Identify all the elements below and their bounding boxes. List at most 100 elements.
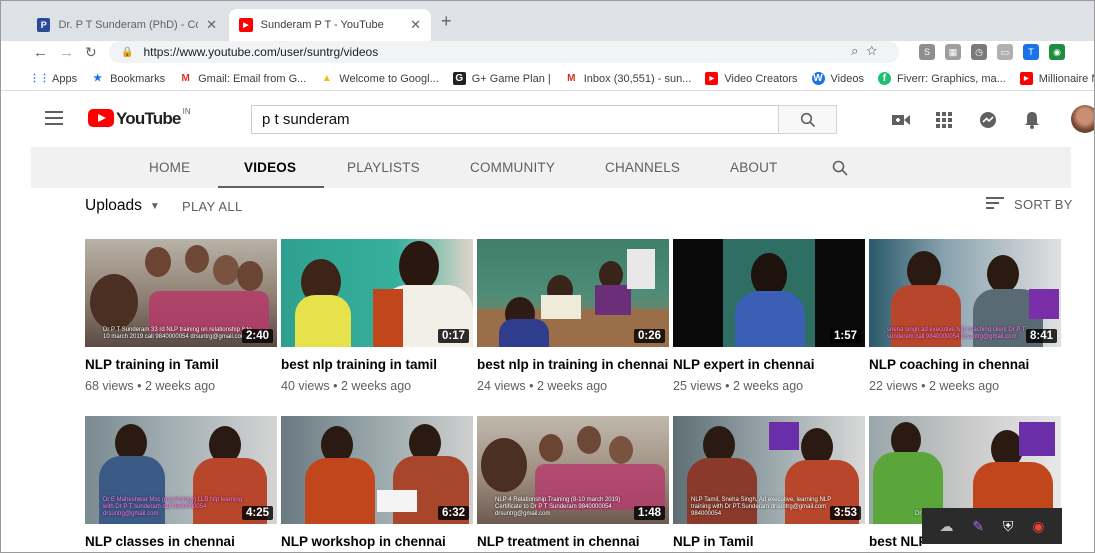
uploads-dropdown[interactable]: Uploads ▼	[85, 197, 160, 215]
star-icon: ★	[93, 73, 103, 84]
tab-about[interactable]: ABOUT	[730, 147, 778, 188]
video-card[interactable]: 0:17 best nlp training in tamil 40 views…	[281, 239, 473, 393]
browser-toolbar: ← → ↻ 🔒 https://www.youtube.com/user/sun…	[1, 41, 1094, 67]
video-card[interactable]: sneha singh ad executive Nlp coaching cl…	[869, 239, 1061, 393]
notifications-bell-icon[interactable]	[1023, 111, 1041, 129]
account-avatar[interactable]	[1071, 105, 1094, 133]
tab-videos[interactable]: VIDEOS	[217, 147, 325, 188]
tab-home[interactable]: HOME	[149, 147, 190, 188]
bookmark-game-plan[interactable]: G G+ Game Plan |	[452, 72, 551, 85]
video-meta: 68 views • 2 weeks ago	[85, 379, 216, 393]
video-title[interactable]: NLP training in Tamil	[85, 357, 277, 372]
bookmark-gmail[interactable]: M Gmail: Email from G...	[179, 72, 306, 85]
video-title[interactable]: NLP expert in chennai	[673, 357, 865, 372]
video-duration: 1:57	[829, 329, 861, 343]
video-card[interactable]: Dr P T Sunderam 33 rd NLP training on re…	[85, 239, 277, 393]
extension-clock-icon[interactable]: ◷	[971, 44, 987, 60]
video-meta: 22 views • 2 weeks ago	[869, 379, 1000, 393]
sort-by-button[interactable]: SORT BY	[986, 197, 1073, 212]
bookmark-video-creators[interactable]: ▶ Video Creators	[705, 72, 798, 85]
video-thumbnail[interactable]: 0:17	[281, 239, 473, 347]
video-card[interactable]: 1:57 NLP expert in chennai 25 views • 2 …	[673, 239, 865, 393]
google-drive-icon: ▲	[321, 73, 332, 84]
new-tab-icon[interactable]: +	[441, 11, 452, 32]
bookmark-videos[interactable]: W Videos	[811, 72, 864, 85]
reload-icon[interactable]: ↻	[85, 44, 97, 61]
video-title[interactable]: NLP coaching in chennai	[869, 357, 1061, 372]
video-title[interactable]: best nlp training in tamil	[281, 357, 473, 372]
extension-skype-icon[interactable]: S	[919, 44, 935, 60]
bookmark-google-drive[interactable]: ▲ Welcome to Googl...	[320, 72, 439, 85]
channel-search-icon[interactable]	[832, 147, 848, 188]
video-duration: 1:48	[633, 506, 665, 520]
search-button[interactable]	[778, 105, 837, 134]
video-thumbnail[interactable]: Dr E Maheshwar Msc (psychology) LLB Nlp …	[85, 416, 277, 524]
guide-menu-icon[interactable]	[45, 111, 63, 125]
browser-tab-counsellor[interactable]: P Dr. P T Sunderam (PhD) - Counse ✕	[27, 9, 227, 41]
video-thumbnail[interactable]: 0:26	[477, 239, 669, 347]
address-bar[interactable]: 🔒 https://www.youtube.com/user/suntrg/vi…	[109, 41, 899, 63]
channel-tabs: HOME VIDEOS PLAYLISTS COMMUNITY CHANNELS…	[31, 147, 1071, 188]
tab-playlists[interactable]: PLAYLISTS	[347, 147, 420, 188]
extension-chat-icon[interactable]: ▭	[997, 44, 1013, 60]
video-card[interactable]: NLP Tamil, Sneha Singh, Ad executive, le…	[673, 416, 865, 552]
shield-icon[interactable]: ⛨	[1003, 518, 1014, 535]
video-thumbnail[interactable]: 6:32	[281, 416, 473, 524]
zoom-icon[interactable]: ⌕	[851, 43, 866, 58]
feather-icon[interactable]: ✎	[972, 518, 984, 535]
create-video-icon[interactable]	[892, 111, 910, 129]
bookmarks-bar: ⋮⋮ Apps ★ Bookmarks M Gmail: Email from G..…	[1, 67, 1094, 91]
chrome-icon[interactable]: ◉	[1032, 518, 1044, 535]
apps-icon[interactable]	[935, 111, 953, 129]
url-text: https://www.youtube.com/user/suntrg/vide…	[143, 45, 379, 59]
bookmark-star-icon[interactable]: ☆	[866, 43, 885, 58]
back-arrow-icon[interactable]: ←	[33, 44, 48, 61]
youtube-icon: ▶	[1019, 72, 1033, 85]
video-meta: 25 views • 2 weeks ago	[673, 379, 804, 393]
bookmark-millionaire-mind[interactable]: ▶Millionaire Mind -...	[1019, 72, 1094, 85]
video-thumbnail[interactable]: sneha singh ad executive Nlp coaching cl…	[869, 239, 1061, 347]
video-title[interactable]: NLP treatment in chennai	[477, 534, 669, 549]
forward-arrow-icon[interactable]: →	[59, 44, 74, 61]
tab-title: Sunderam P T - YouTube	[260, 19, 384, 31]
close-tab-icon[interactable]: ✕	[206, 17, 217, 33]
video-title[interactable]: best nlp in training in chennai	[477, 357, 669, 372]
caret-down-icon: ▼	[149, 200, 160, 212]
tab-community[interactable]: COMMUNITY	[470, 147, 555, 188]
video-thumbnail[interactable]: 1:57	[673, 239, 865, 347]
video-thumbnail[interactable]: NLP Tamil, Sneha Singh, Ad executive, le…	[673, 416, 865, 524]
apps-grid-icon: ⋮⋮	[29, 73, 50, 84]
video-card[interactable]: NLP 4 Relationship Training (8-10 march …	[477, 416, 669, 552]
tab-channels[interactable]: CHANNELS	[605, 147, 680, 188]
video-card[interactable]: Dr E Maheshwar Msc (psychology) LLB Nlp …	[85, 416, 277, 552]
youtube-logo[interactable]: YouTube IN	[88, 107, 191, 128]
messages-icon[interactable]	[979, 111, 997, 129]
video-title[interactable]: NLP classes in chennai	[85, 534, 277, 549]
search-input[interactable]: p t sunderam	[251, 105, 779, 134]
play-all-button[interactable]: PLAY ALL	[182, 199, 242, 214]
extension-calendar-icon[interactable]: ▦	[945, 44, 961, 60]
thumbnail-caption: sneha singh ad executive Nlp coaching cl…	[887, 327, 1026, 340]
gplus-icon: G	[452, 72, 466, 85]
extension-badge-icon[interactable]: ◉	[1049, 44, 1065, 60]
tab-title: Dr. P T Sunderam (PhD) - Counse	[58, 19, 198, 31]
close-tab-icon[interactable]: ✕	[410, 17, 421, 33]
video-title[interactable]: NLP in Tamil	[673, 534, 865, 549]
video-title[interactable]: NLP workshop in chennai	[281, 534, 473, 549]
bookmark-inbox[interactable]: M Inbox (30,551) - sun...	[565, 72, 691, 85]
video-duration: 3:53	[829, 506, 861, 520]
video-thumbnail[interactable]: NLP 4 Relationship Training (8-10 march …	[477, 416, 669, 524]
bookmark-bookmarks[interactable]: ★ Bookmarks	[91, 72, 165, 85]
youtube-masthead: YouTube IN p t sunderam	[1, 91, 1094, 147]
omnibox-actions: ⌕☆	[851, 43, 885, 59]
video-meta: 24 views • 2 weeks ago	[477, 379, 608, 393]
bookmark-apps[interactable]: ⋮⋮ Apps	[29, 72, 78, 85]
extension-tff-icon[interactable]: T	[1023, 44, 1039, 60]
browser-tab-youtube[interactable]: ▶ Sunderam P T - YouTube ✕	[229, 9, 431, 41]
thumbnail-caption: NLP 4 Relationship Training (8-10 march …	[495, 497, 621, 517]
video-thumbnail[interactable]: Dr P T Sunderam 33 rd NLP training on re…	[85, 239, 277, 347]
video-card[interactable]: 6:32 NLP workshop in chennai	[281, 416, 473, 552]
cloud-icon[interactable]: ☁	[939, 518, 953, 535]
video-card[interactable]: 0:26 best nlp in training in chennai 24 …	[477, 239, 669, 393]
bookmark-fiverr[interactable]: f Fiverr: Graphics, ma...	[877, 72, 1006, 85]
